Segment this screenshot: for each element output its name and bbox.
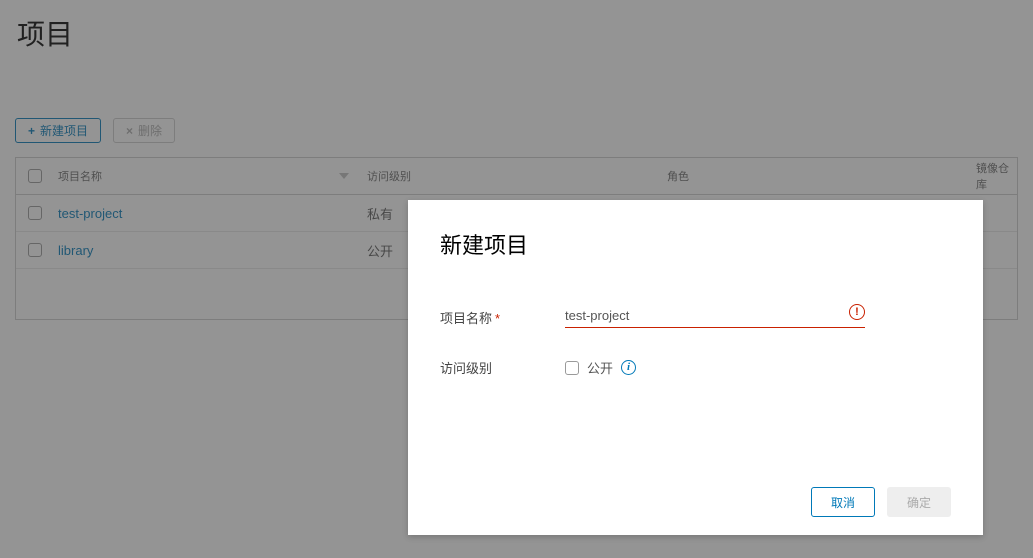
- modal-overlay: 新建项目 项目名称* ! 访问级别 公开 i 取消 确定: [0, 0, 1033, 558]
- form-row-access: 访问级别 公开 i: [440, 358, 951, 377]
- public-label: 公开: [587, 358, 613, 377]
- name-label: 项目名称*: [440, 308, 565, 327]
- ok-button: 确定: [887, 487, 951, 517]
- form-row-name: 项目名称* !: [440, 306, 951, 328]
- cancel-button[interactable]: 取消: [811, 487, 875, 517]
- error-icon: !: [849, 304, 865, 320]
- required-mark: *: [495, 311, 500, 326]
- public-checkbox[interactable]: [565, 361, 579, 375]
- modal-footer: 取消 确定: [440, 487, 951, 517]
- project-name-input[interactable]: [565, 306, 835, 325]
- modal-title: 新建项目: [440, 228, 951, 260]
- access-label: 访问级别: [440, 358, 565, 377]
- info-icon[interactable]: i: [621, 360, 636, 375]
- name-input-wrap: !: [565, 306, 865, 328]
- new-project-modal: 新建项目 项目名称* ! 访问级别 公开 i 取消 确定: [408, 200, 983, 535]
